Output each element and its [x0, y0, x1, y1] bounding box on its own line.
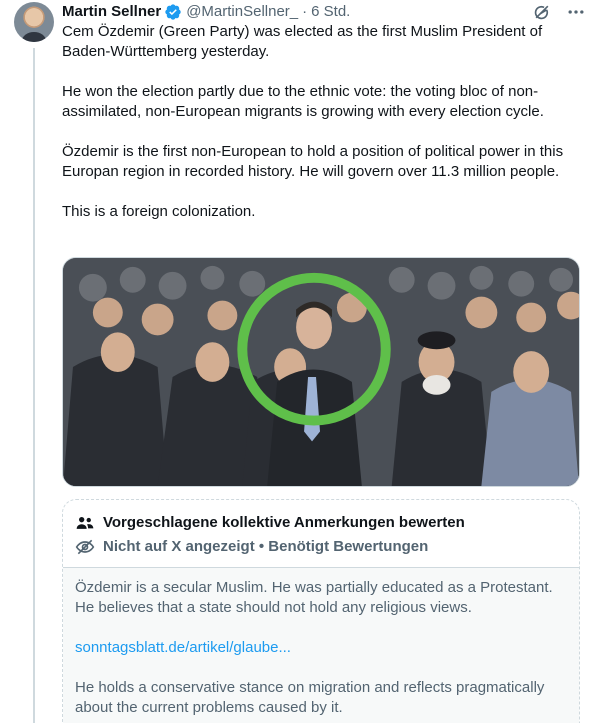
community-note-status: Nicht auf X angezeigt • Benötigt Bewertu…	[103, 538, 429, 555]
community-note-body: Özdemir is a secular Muslim. He was part…	[63, 567, 579, 723]
thread-line	[33, 48, 35, 723]
timestamp[interactable]: 6 Std.	[311, 2, 350, 22]
grok-icon[interactable]	[532, 2, 552, 22]
note-paragraph: He holds a conservative stance on migrat…	[75, 679, 545, 716]
tweet-text: Cem Özdemir (Green Party) was elected as…	[62, 22, 582, 242]
separator: ·	[302, 3, 308, 20]
tweet-paragraph: Özdemir is the first non-European to hol…	[62, 143, 564, 180]
avatar[interactable]	[14, 2, 54, 42]
tweet-header: Martin Sellner @MartinSellner_ · 6 Std.	[62, 2, 586, 22]
note-paragraph: Özdemir is a secular Muslim. He was part…	[75, 579, 553, 616]
verified-badge-icon	[164, 3, 182, 21]
more-icon[interactable]	[566, 2, 586, 22]
eye-off-icon	[75, 537, 95, 557]
tweet-paragraph: Cem Özdemir (Green Party) was elected as…	[62, 23, 543, 60]
author-name[interactable]: Martin Sellner	[62, 2, 161, 22]
author-handle[interactable]: @MartinSellner_	[186, 2, 298, 22]
people-icon	[75, 513, 95, 533]
community-note-title: Vorgeschlagene kollektive Anmerkungen be…	[103, 514, 465, 531]
tweet-photo[interactable]	[62, 257, 580, 487]
photo-illustration	[63, 258, 579, 486]
note-source-link[interactable]: sonntagsblatt.de/artikel/glaube...	[75, 639, 291, 656]
tweet-paragraph: This is a foreign colonization.	[62, 203, 256, 220]
community-note[interactable]: Vorgeschlagene kollektive Anmerkungen be…	[62, 499, 580, 723]
community-note-header: Vorgeschlagene kollektive Anmerkungen be…	[63, 500, 579, 566]
tweet-paragraph: He won the election partly due to the et…	[62, 83, 544, 120]
